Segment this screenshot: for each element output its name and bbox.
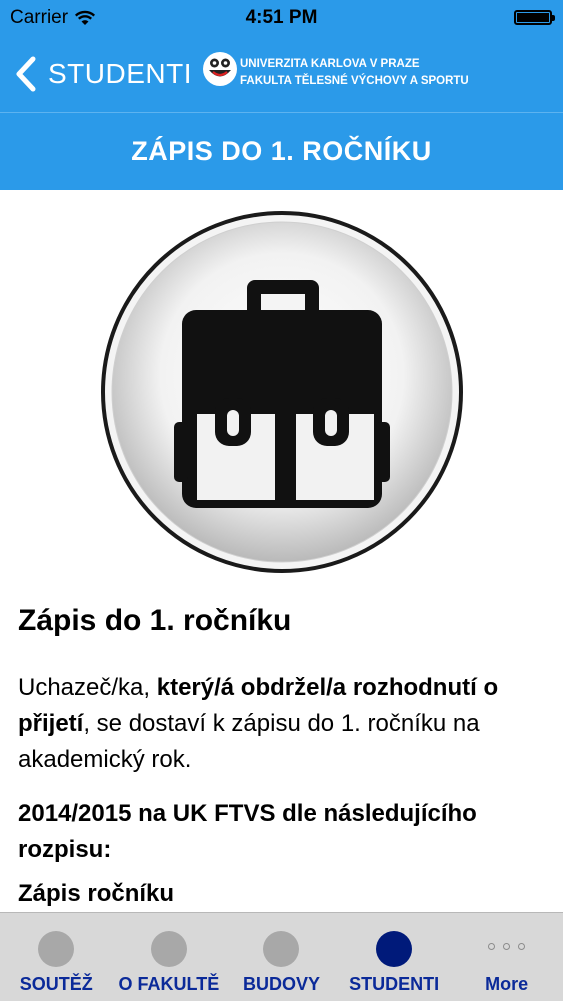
backpack-icon <box>101 211 463 573</box>
chevron-left-icon <box>16 56 36 92</box>
header: Carrier 4:51 PM STUDENTI UNIVERZITA KARL… <box>0 0 563 190</box>
tab-studenti[interactable]: STUDENTI <box>338 913 451 1001</box>
back-button-label: STUDENTI <box>48 58 192 89</box>
article-heading: Zápis do 1. ročníku <box>18 604 292 637</box>
tab-budovy[interactable]: BUDOVY <box>225 913 338 1001</box>
article-cutoff-line: Zápis ročníku <box>18 880 175 907</box>
tab-o-fakulte[interactable]: O FAKULTĚ <box>113 913 226 1001</box>
tab-label: O FAKULTĚ <box>118 974 220 994</box>
university-line-2: FAKULTA TĚLESNÉ VÝCHOVY A SPORTU <box>240 75 469 87</box>
tab-icon <box>38 931 75 967</box>
paragraph-text: Uchazeč/ka, <box>18 674 157 701</box>
tab-more[interactable]: More <box>450 913 563 1001</box>
back-button[interactable]: STUDENTI <box>12 56 192 92</box>
page-title: ZÁPIS DO 1. ROČNÍKU <box>0 112 563 190</box>
university-logo <box>203 52 237 86</box>
article-subheading: 2014/2015 na UK FTVS dle následujícího r… <box>18 800 477 863</box>
tab-label: SOUTĚŽ <box>19 974 93 994</box>
battery-icon <box>514 10 555 25</box>
tab-icon <box>376 931 413 967</box>
article-paragraph: Uchazeč/ka, který/á obdržel/a rozhodnutí… <box>18 670 543 778</box>
tab-label: STUDENTI <box>349 974 440 994</box>
more-dots-icon <box>488 943 526 955</box>
navigation-bar: STUDENTI UNIVERZITA KARLOVA V PRAZE FAKU… <box>0 36 563 112</box>
article: Zápis do 1. ročníku Uchazeč/ka, který/á … <box>18 604 543 908</box>
tab-label: More <box>485 974 529 994</box>
university-name: UNIVERZITA KARLOVA V PRAZE FAKULTA TĚLES… <box>240 56 469 90</box>
paragraph-text: , se dostaví k zápisu do 1. ročníku na a… <box>18 710 480 773</box>
tab-bar: SOUTĚŽ O FAKULTĚ BUDOVY STUDENTI More <box>0 912 563 1001</box>
university-line-1: UNIVERZITA KARLOVA V PRAZE <box>240 58 420 70</box>
tab-label: BUDOVY <box>242 974 320 994</box>
tab-icon <box>263 931 300 967</box>
tab-icon <box>150 931 187 967</box>
clock: 4:51 PM <box>245 7 318 28</box>
status-bar: Carrier 4:51 PM <box>0 0 563 36</box>
tab-soutez[interactable]: SOUTĚŽ <box>0 913 113 1001</box>
